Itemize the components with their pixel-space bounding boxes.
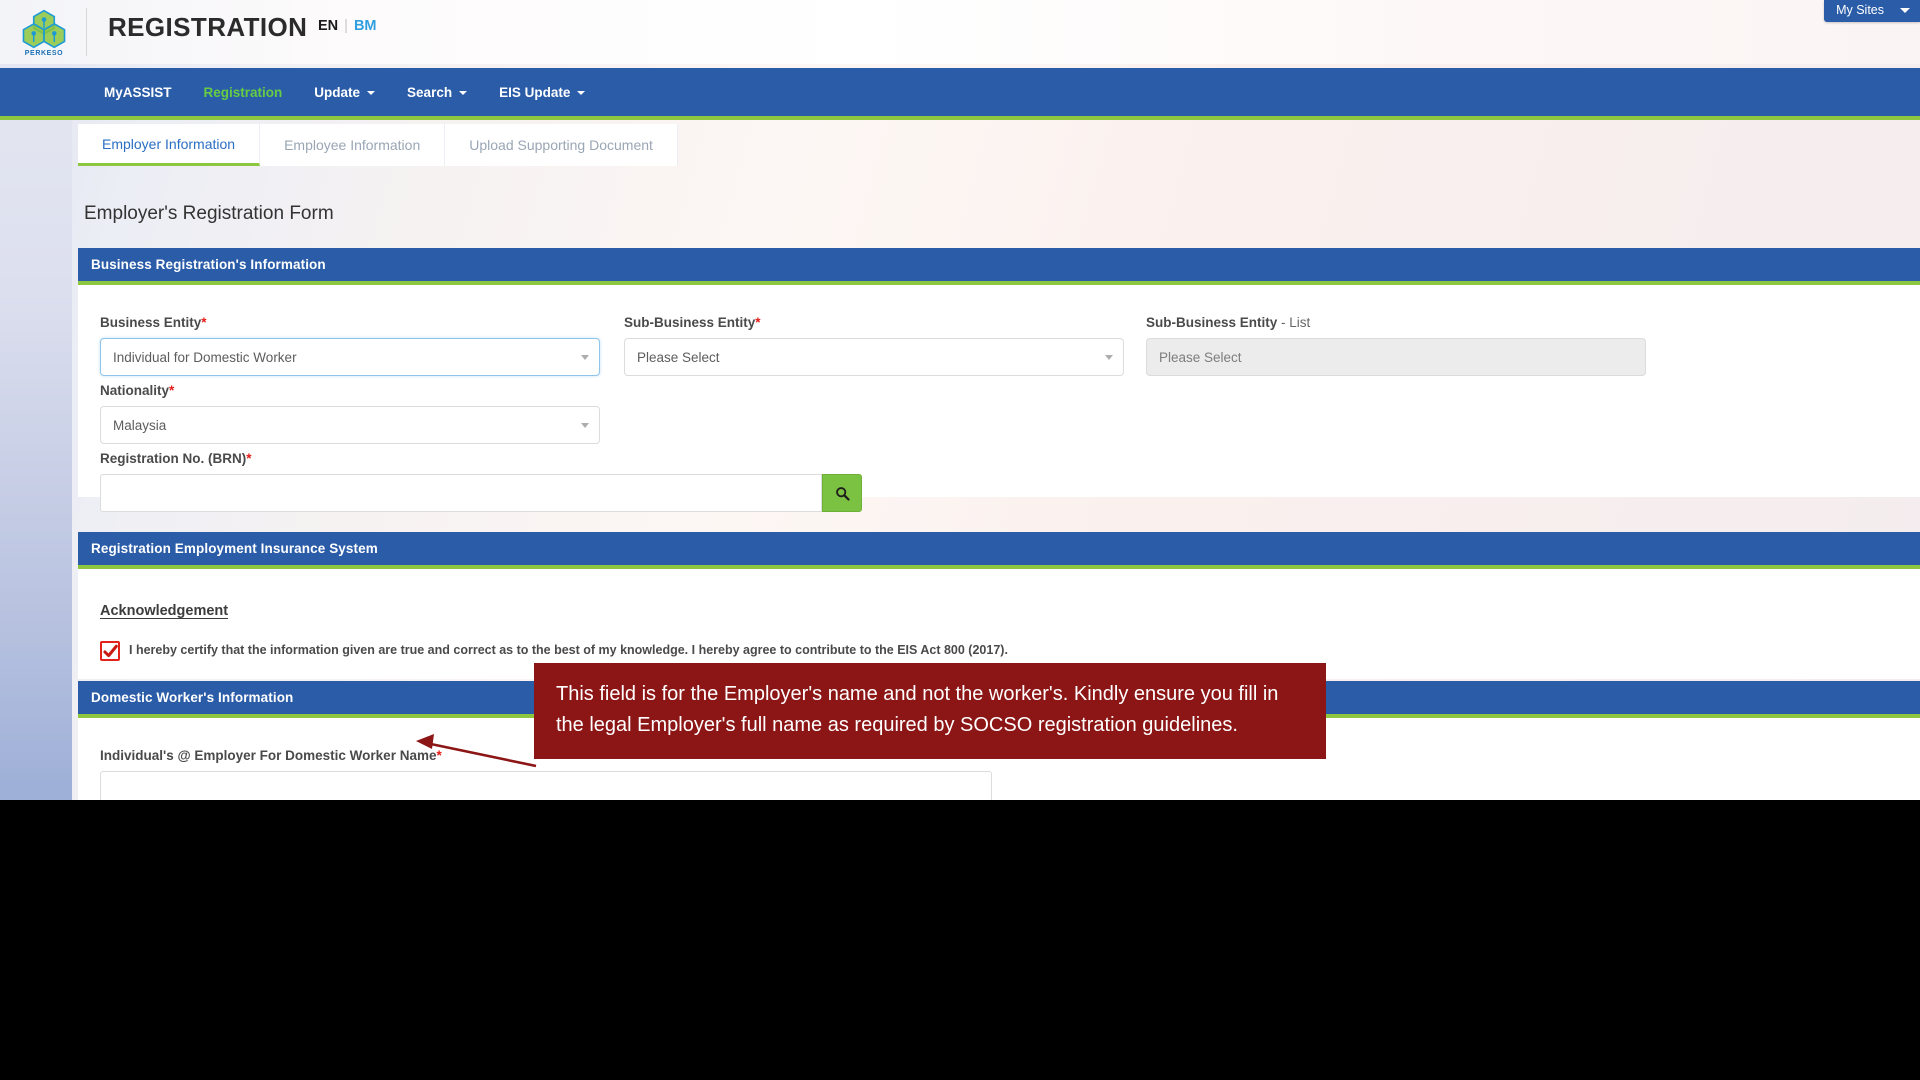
chevron-down-icon — [1105, 355, 1113, 360]
required-indicator: * — [201, 315, 207, 330]
label-text: Sub-Business Entity — [1146, 315, 1278, 330]
select-value: Individual for Domestic Worker — [113, 349, 297, 365]
chevron-down-icon — [1900, 7, 1910, 13]
form-heading: Employer's Registration Form — [84, 203, 334, 224]
label-nationality: Nationality* — [100, 383, 600, 398]
acknowledgement-row: I hereby certify that the information gi… — [100, 641, 1898, 661]
tab-employee-information[interactable]: Employee Information — [260, 124, 446, 166]
language-en[interactable]: EN — [318, 18, 338, 34]
language-bm[interactable]: BM — [354, 18, 377, 34]
label-text: Business Entity — [100, 315, 202, 330]
main-navigation: MyASSIST Registration Update Search EIS … — [0, 68, 1920, 120]
my-sites-button[interactable]: My Sites — [1824, 0, 1920, 22]
registration-no-input[interactable] — [100, 474, 823, 512]
logo-caption: PERKESO — [24, 50, 64, 57]
nav-label: Registration — [203, 84, 283, 100]
required-indicator: * — [246, 451, 252, 466]
nav-items: MyASSIST Registration Update Search EIS … — [0, 77, 601, 108]
select-sub-business-entity-list[interactable]: Please Select — [1146, 338, 1646, 376]
field-sub-business-entity-list: Sub-Business Entity - List Please Select — [1146, 315, 1646, 376]
perkeso-logo[interactable]: PERKESO — [16, 4, 72, 62]
tab-label: Employer Information — [102, 135, 236, 152]
select-sub-business-entity[interactable]: Please Select — [624, 338, 1124, 376]
label-text: Nationality — [100, 383, 170, 398]
tab-label: Upload Supporting Document — [469, 137, 653, 153]
search-icon — [835, 486, 850, 501]
perkeso-hexagon-icon — [22, 9, 66, 49]
page-title: REGISTRATION — [108, 12, 308, 42]
language-separator: | — [344, 18, 348, 34]
label-text: Sub-Business Entity — [624, 315, 756, 330]
annotation-arrow-icon — [416, 734, 537, 768]
chevron-down-icon — [581, 423, 589, 428]
registration-page: PERKESO REGISTRATION EN | BM My Sites My… — [0, 0, 1920, 1080]
section-eis: Registration Employment Insurance System… — [78, 532, 1920, 679]
nav-label: EIS Update — [499, 84, 571, 100]
nav-label: Update — [314, 84, 361, 100]
section-body-business: Business Entity* Individual for Domestic… — [78, 285, 1920, 512]
bottom-black-band — [0, 800, 1920, 1080]
label-sub-business-entity: Sub-Business Entity* — [624, 315, 1124, 330]
checkmark-icon — [103, 644, 118, 658]
nav-item-eis-update[interactable]: EIS Update — [483, 77, 601, 108]
label-text: Registration No. (BRN) — [100, 451, 247, 466]
input-group-brn — [100, 474, 862, 512]
select-business-entity[interactable]: Individual for Domestic Worker — [100, 338, 600, 376]
chevron-down-icon — [581, 355, 589, 360]
top-header: PERKESO REGISTRATION EN | BM My Sites — [0, 0, 1920, 64]
required-indicator: * — [169, 383, 175, 398]
field-nationality: Nationality* Malaysia — [100, 383, 600, 444]
acknowledgement-title: Acknowledgement — [100, 603, 229, 619]
my-sites-label: My Sites — [1836, 3, 1884, 17]
label-sub-business-entity-list: Sub-Business Entity - List — [1146, 315, 1646, 330]
nav-item-update[interactable]: Update — [298, 77, 391, 108]
header-divider — [86, 8, 87, 56]
field-sub-business-entity: Sub-Business Entity* Please Select — [624, 315, 1124, 376]
language-switcher: EN | BM — [318, 18, 377, 34]
acknowledgement-checkbox[interactable] — [100, 641, 120, 661]
form-tabs: Employer Information Employee Informatio… — [78, 124, 678, 166]
field-registration-no-brn: Registration No. (BRN)* — [100, 451, 862, 512]
chevron-down-icon — [577, 91, 586, 95]
label-registration-no-brn: Registration No. (BRN)* — [100, 451, 862, 466]
section-business-registration: Business Registration's Information Busi… — [78, 248, 1920, 512]
section-heading-eis: Registration Employment Insurance System — [78, 532, 1920, 569]
required-indicator: * — [755, 315, 761, 330]
label-business-entity: Business Entity* — [100, 315, 600, 330]
label-text: Individual's @ Employer For Domestic Wor… — [100, 748, 437, 763]
nav-item-registration[interactable]: Registration — [188, 77, 299, 108]
select-value: Please Select — [637, 349, 720, 365]
nav-label: MyASSIST — [104, 84, 172, 100]
tab-label: Employee Information — [284, 137, 421, 153]
section-heading-business: Business Registration's Information — [78, 248, 1920, 285]
select-value: Please Select — [1159, 349, 1242, 365]
brn-search-button[interactable] — [822, 474, 862, 512]
tab-employer-information[interactable]: Employer Information — [78, 124, 261, 166]
label-suffix: - List — [1277, 315, 1311, 330]
tab-upload-supporting-document[interactable]: Upload Supporting Document — [445, 124, 678, 166]
acknowledgement-text: I hereby certify that the information gi… — [129, 643, 1008, 657]
nav-item-myassist[interactable]: MyASSIST — [88, 77, 188, 108]
annotation-callout: This field is for the Employer's name an… — [534, 663, 1326, 759]
nav-label: Search — [407, 84, 453, 100]
field-business-entity: Business Entity* Individual for Domestic… — [100, 315, 600, 376]
select-value: Malaysia — [113, 417, 167, 433]
nav-item-search[interactable]: Search — [391, 77, 483, 108]
chevron-down-icon — [367, 91, 376, 95]
chevron-down-icon — [459, 91, 468, 95]
select-nationality[interactable]: Malaysia — [100, 406, 600, 444]
annotation-text: This field is for the Employer's name an… — [556, 683, 1279, 736]
